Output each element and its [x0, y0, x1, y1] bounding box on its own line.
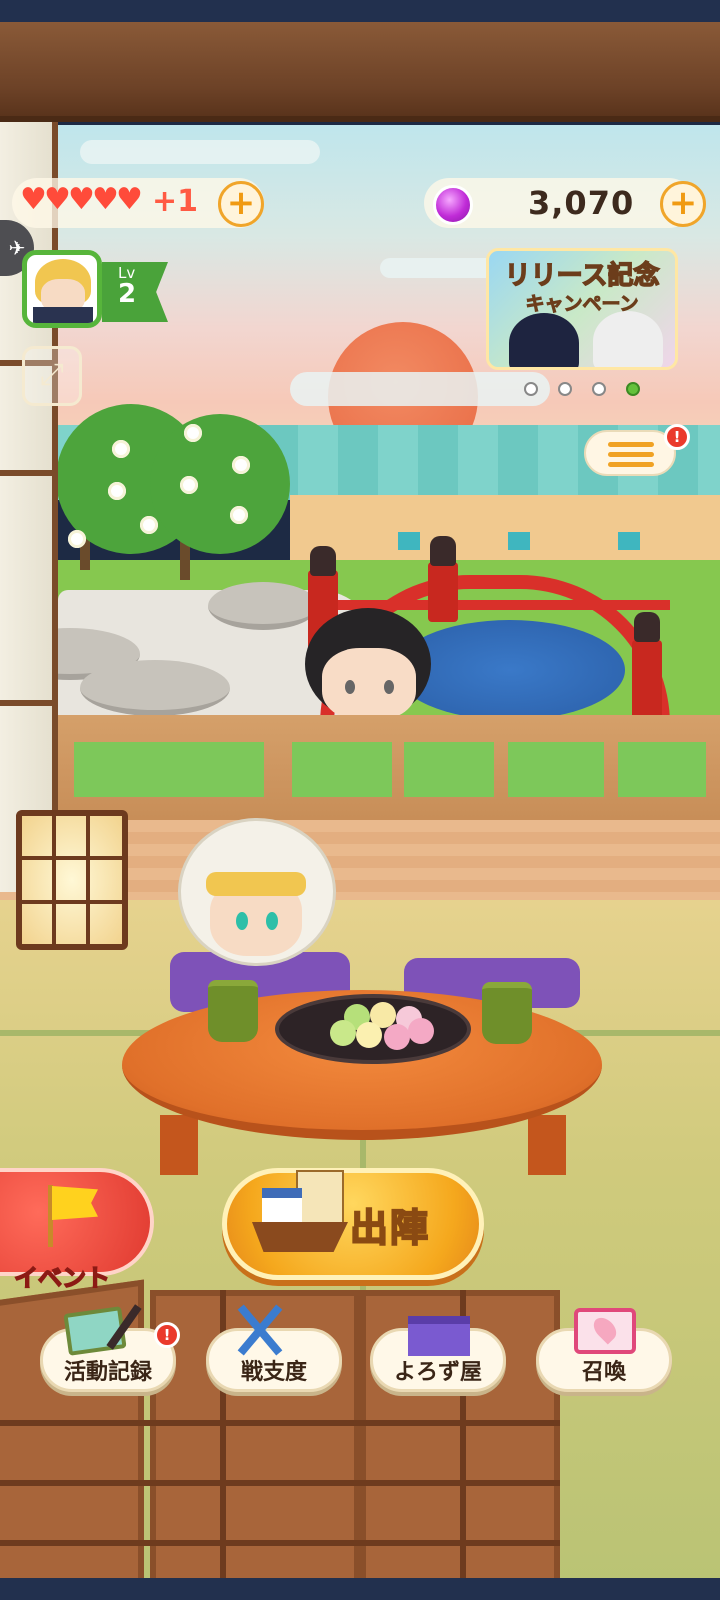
nav-summon-label: 召喚: [581, 1360, 626, 1385]
table-leg: [528, 1115, 566, 1175]
menu-line: [608, 442, 654, 447]
paper-lantern: [16, 810, 128, 950]
flag-icon: [52, 1186, 98, 1220]
character-eye: [345, 680, 355, 694]
bridge-post-cap: [430, 536, 456, 566]
dango: [408, 1018, 434, 1044]
castle-icon: [262, 1188, 302, 1224]
character-eye: [266, 912, 278, 930]
menu-line: [608, 462, 654, 467]
stepping-stone: [80, 660, 230, 716]
bridge-post-cap: [634, 612, 660, 642]
fence-opening: [618, 742, 706, 797]
lantern-frame: [52, 816, 56, 944]
player-avatar[interactable]: [22, 250, 102, 328]
dango: [330, 1020, 356, 1046]
add-stamina-button[interactable]: +: [218, 181, 264, 227]
shoji-frame: [0, 470, 58, 476]
bottom-border: [0, 1578, 720, 1600]
game-screen: ♥ ♥ ♥ ♥ ♥ +1 + 3,070 + ✈ Lv 2 ⤢ リリース記念 キ…: [0, 0, 720, 1600]
event-label: イベント: [13, 1263, 111, 1293]
flower: [108, 482, 126, 500]
hamburger-menu-icon[interactable]: [584, 430, 676, 476]
top-border: [0, 0, 720, 22]
dango: [384, 1024, 410, 1050]
fence-opening: [74, 742, 264, 797]
gem-icon: [433, 185, 473, 225]
campaign-banner[interactable]: リリース記念 キャンペーン: [486, 248, 678, 370]
table-leg: [160, 1115, 198, 1175]
lantern-frame: [22, 856, 122, 860]
lantern-frame: [86, 816, 90, 944]
banner-subtitle: キャンペーン: [525, 293, 639, 316]
wall-window: [508, 532, 530, 550]
character-hair: [206, 872, 306, 896]
banner-page-dot-active[interactable]: [626, 382, 640, 396]
flower: [112, 440, 130, 458]
avatar-body: [33, 307, 93, 323]
stamina-bonus: +1: [152, 184, 199, 219]
nav-activity-log-label: 活動記録: [63, 1360, 152, 1385]
flower-bush: [150, 414, 290, 554]
bridge-post: [428, 562, 458, 622]
character-eye: [384, 680, 394, 694]
banner-page-dot[interactable]: [524, 382, 538, 396]
green-tea-cup: [482, 982, 532, 1044]
flower: [184, 424, 202, 442]
flower: [230, 506, 248, 524]
heart-icon: ♥: [116, 182, 143, 217]
banner-character: [509, 313, 579, 367]
stepping-stone: [208, 582, 318, 630]
lattice-bar: [0, 1480, 560, 1486]
sortie-label: 出陣: [349, 1205, 431, 1251]
wall-window: [618, 532, 640, 550]
lantern-frame: [22, 900, 122, 904]
currency-amount: 3,070: [528, 184, 635, 222]
expand-icon[interactable]: ⤢: [22, 346, 82, 406]
ceiling-beam: [0, 22, 720, 122]
flower: [180, 476, 198, 494]
lattice-bar: [0, 1540, 560, 1546]
cloud: [380, 258, 500, 278]
banner-title: リリース記念: [504, 260, 660, 292]
nav-shop-label: よろず屋: [393, 1360, 482, 1385]
bridge-post-cap: [310, 546, 336, 576]
fence-opening: [404, 742, 494, 797]
fence-opening: [508, 742, 604, 797]
ship-sail: [296, 1170, 344, 1226]
character-face: [322, 648, 416, 720]
flower: [232, 456, 250, 474]
flower: [140, 516, 158, 534]
menu-notification-badge: !: [664, 424, 690, 450]
dango: [356, 1022, 382, 1048]
banner-character: [593, 311, 663, 367]
ship-icon: [252, 1222, 348, 1252]
lattice-bar: [0, 1420, 560, 1426]
shop-curtain-icon: [408, 1316, 470, 1356]
nav-preparation-label: 戦支度: [240, 1360, 307, 1385]
add-currency-button[interactable]: +: [660, 181, 706, 227]
green-tea-cup: [208, 980, 258, 1042]
cloud: [290, 372, 550, 406]
activity-log-badge: !: [154, 1322, 180, 1348]
character-eye: [236, 912, 248, 930]
banner-page-dot[interactable]: [592, 382, 606, 396]
flower: [68, 530, 86, 548]
wall-window: [398, 532, 420, 550]
banner-page-dot[interactable]: [558, 382, 572, 396]
cloud: [80, 140, 320, 164]
fence-opening: [292, 742, 392, 797]
shoji-frame: [0, 700, 58, 706]
menu-line: [608, 452, 654, 457]
